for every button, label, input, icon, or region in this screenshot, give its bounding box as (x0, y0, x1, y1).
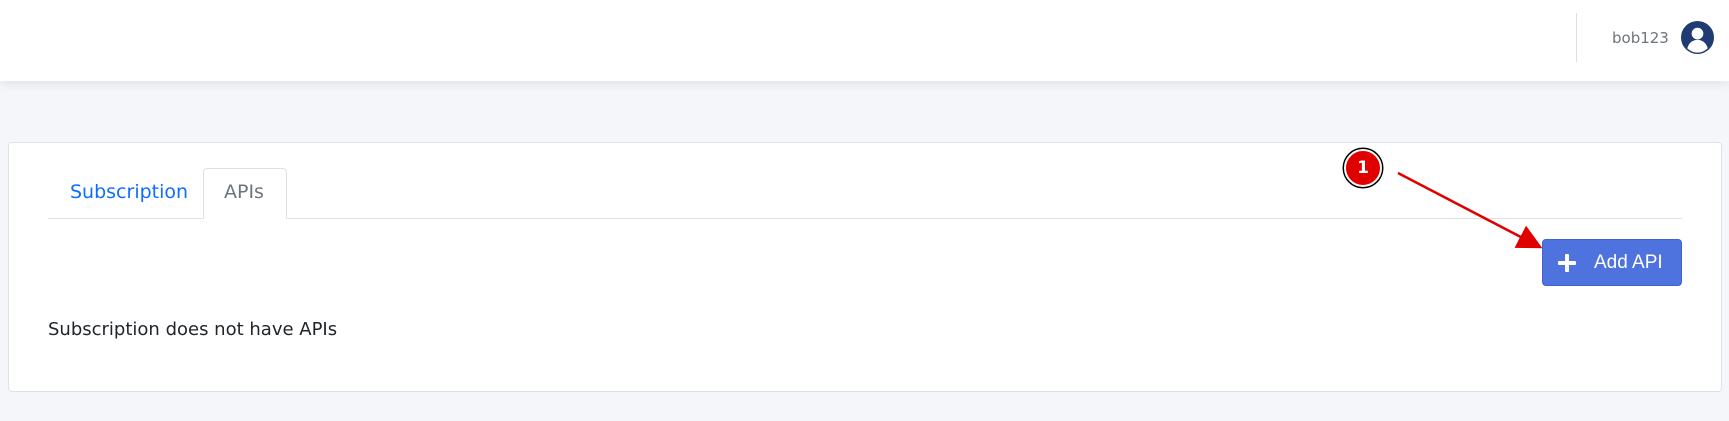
step-marker: 1 (1344, 149, 1382, 187)
navbar-divider (1576, 13, 1577, 62)
tab-apis[interactable]: APIs (203, 168, 287, 219)
tab-subscription-label: Subscription (70, 181, 189, 203)
tabs-underline (48, 218, 1682, 219)
add-api-label: Add API (1594, 251, 1663, 273)
empty-state-message: Subscription does not have APIs (48, 319, 338, 340)
user-circle-icon[interactable] (1680, 20, 1715, 55)
plus-icon (1558, 253, 1576, 272)
add-api-button[interactable]: Add API (1542, 239, 1682, 286)
tab-apis-label: APIs (224, 181, 264, 203)
username-label[interactable]: bob123 (1612, 28, 1669, 48)
top-navbar: bob123 (0, 0, 1729, 81)
tab-subscription[interactable]: Subscription (48, 168, 203, 218)
